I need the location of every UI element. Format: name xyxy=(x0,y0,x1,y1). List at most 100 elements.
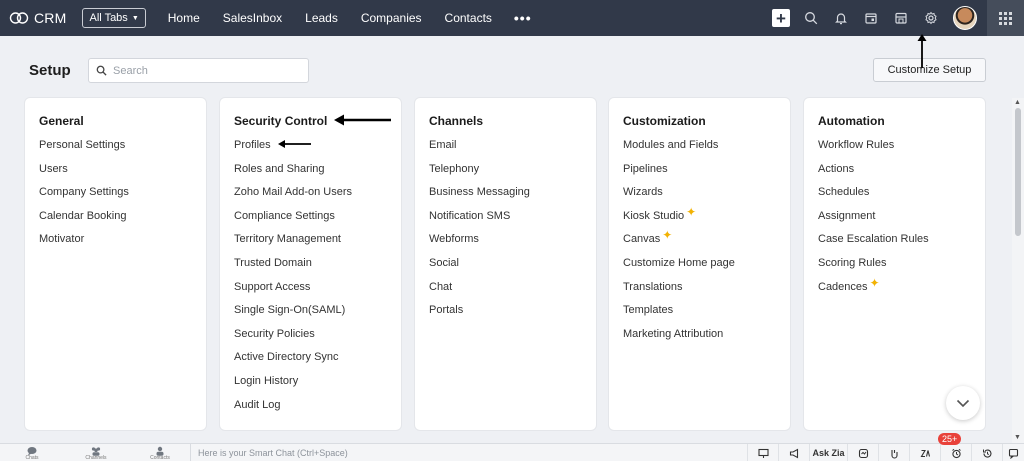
setting-link-support-access[interactable]: Support Access xyxy=(234,280,352,304)
setting-link-chat[interactable]: Chat xyxy=(429,280,530,304)
setting-link-marketing-attribution[interactable]: Marketing Attribution xyxy=(623,327,735,351)
top-navigation-bar: CRM All Tabs ▼ Home SalesInbox Leads Com… xyxy=(0,0,1024,36)
all-tabs-dropdown[interactable]: All Tabs ▼ xyxy=(82,8,146,28)
hand-icon xyxy=(890,449,898,459)
bell-icon xyxy=(835,13,847,25)
scroll-up-icon[interactable]: ▲ xyxy=(1014,99,1021,106)
setting-link-translations[interactable]: Translations xyxy=(623,280,735,304)
crm-logo-icon xyxy=(9,12,29,24)
alarm-clock-icon xyxy=(951,448,961,458)
quick-action-button[interactable] xyxy=(878,444,909,461)
scroll-down-button[interactable] xyxy=(946,386,980,420)
page-scrollbar[interactable]: ▲ ▼ xyxy=(1012,98,1024,443)
setting-link-login-history[interactable]: Login History xyxy=(234,374,352,398)
feedback-icon xyxy=(1008,448,1019,459)
setting-link-telephony[interactable]: Telephony xyxy=(429,162,530,186)
crm-logo[interactable]: CRM xyxy=(9,10,66,26)
setting-link-company-settings[interactable]: Company Settings xyxy=(39,185,129,209)
announcement-button[interactable] xyxy=(778,444,809,461)
brand-name: CRM xyxy=(34,10,67,26)
reminders-button[interactable] xyxy=(940,444,971,461)
setting-link-schedules[interactable]: Schedules xyxy=(818,185,929,209)
sparkle-icon: ✦ xyxy=(662,228,673,243)
setting-link-workflow-rules[interactable]: Workflow Rules xyxy=(818,138,929,162)
card-customization: Customization Modules and Fields Pipelin… xyxy=(608,97,791,431)
setting-link-territory-management[interactable]: Territory Management xyxy=(234,232,352,256)
setup-search-box[interactable] xyxy=(88,58,309,83)
setting-link-motivator[interactable]: Motivator xyxy=(39,232,129,256)
screen-share-button[interactable] xyxy=(747,444,778,461)
notifications-button[interactable] xyxy=(826,0,856,36)
scrollbar-thumb[interactable] xyxy=(1015,108,1021,236)
card-title: Automation xyxy=(818,114,885,128)
setting-link-label: Cadences xyxy=(818,280,868,293)
history-icon xyxy=(982,449,991,458)
signals-button[interactable] xyxy=(847,444,878,461)
setting-link-business-messaging[interactable]: Business Messaging xyxy=(429,185,530,209)
bottom-right-tools: Ask Zia xyxy=(747,444,1024,461)
create-button[interactable]: + xyxy=(766,0,796,36)
more-tabs-icon[interactable]: ••• xyxy=(514,10,532,26)
setting-link-users[interactable]: Users xyxy=(39,162,129,186)
setting-link-label: Canvas xyxy=(623,233,661,246)
setting-link-trusted-domain[interactable]: Trusted Domain xyxy=(234,256,352,280)
scroll-down-icon[interactable]: ▼ xyxy=(1014,434,1021,441)
bottom-contacts[interactable]: Contacts xyxy=(128,444,192,461)
sparkle-icon: ✦ xyxy=(869,275,880,290)
grid-icon xyxy=(999,11,1012,25)
setting-link-calendar-booking[interactable]: Calendar Booking xyxy=(39,209,129,233)
nav-tab-companies[interactable]: Companies xyxy=(361,11,422,25)
setting-list: Personal Settings Users Company Settings… xyxy=(39,138,129,256)
avatar xyxy=(953,6,977,30)
search-button[interactable] xyxy=(796,0,826,36)
setting-link-kiosk-studio[interactable]: Kiosk Studio ✦ xyxy=(623,205,735,233)
setting-link-email[interactable]: Email xyxy=(429,138,530,162)
nav-tab-leads[interactable]: Leads xyxy=(305,11,338,25)
setting-link-actions[interactable]: Actions xyxy=(818,162,929,186)
bottom-channels[interactable]: Channels xyxy=(64,444,128,461)
setting-link-cadences[interactable]: Cadences ✦ xyxy=(818,276,929,304)
nav-tab-salesinbox[interactable]: SalesInbox xyxy=(223,11,282,25)
card-title: General xyxy=(39,114,84,128)
calendar-button[interactable] xyxy=(856,0,886,36)
setting-link-portals[interactable]: Portals xyxy=(429,303,530,327)
bottom-bar: Chats Channels Contacts Here is your Sma… xyxy=(0,443,1024,461)
setting-link-security-policies[interactable]: Security Policies xyxy=(234,327,352,351)
search-icon xyxy=(96,65,107,76)
setting-link-templates[interactable]: Templates xyxy=(623,303,735,327)
setting-link-audit-log[interactable]: Audit Log xyxy=(234,398,352,422)
setting-link-webforms[interactable]: Webforms xyxy=(429,232,530,256)
setting-link-zoho-mail-addon-users[interactable]: Zoho Mail Add-on Users xyxy=(234,185,352,209)
annotation-arrow-setup-gear xyxy=(917,34,927,68)
zia-button[interactable] xyxy=(909,444,940,461)
setting-link-compliance-settings[interactable]: Compliance Settings xyxy=(234,209,352,233)
card-title: Channels xyxy=(429,114,484,128)
setting-link-single-sign-on[interactable]: Single Sign-On(SAML) xyxy=(234,303,352,327)
zia-icon xyxy=(920,449,930,457)
apps-menu-button[interactable] xyxy=(987,0,1024,36)
setting-link-personal-settings[interactable]: Personal Settings xyxy=(39,138,129,162)
setting-list: Profiles Roles and Sharing Zoho Mail Add… xyxy=(234,138,352,421)
user-profile-button[interactable] xyxy=(946,0,984,36)
setup-button[interactable] xyxy=(916,0,946,36)
setting-link-customize-home-page[interactable]: Customize Home page xyxy=(623,256,735,280)
recent-items-button[interactable] xyxy=(971,444,1002,461)
nav-tab-home[interactable]: Home xyxy=(168,11,200,25)
setting-link-social[interactable]: Social xyxy=(429,256,530,280)
feedback-button[interactable] xyxy=(1002,444,1024,461)
setting-link-pipelines[interactable]: Pipelines xyxy=(623,162,735,186)
marketplace-button[interactable] xyxy=(886,0,916,36)
setting-link-wizards[interactable]: Wizards xyxy=(623,185,735,209)
setting-link-roles-and-sharing[interactable]: Roles and Sharing xyxy=(234,162,352,186)
setting-link-assignment[interactable]: Assignment xyxy=(818,209,929,233)
bottom-chats[interactable]: Chats xyxy=(0,444,64,461)
search-input[interactable] xyxy=(113,64,293,77)
setting-link-active-directory-sync[interactable]: Active Directory Sync xyxy=(234,350,352,374)
ask-zia-button[interactable]: Ask Zia xyxy=(809,444,847,461)
nav-tab-contacts[interactable]: Contacts xyxy=(445,11,492,25)
smart-chat-input[interactable]: Here is your Smart Chat (Ctrl+Space) xyxy=(190,444,348,461)
setting-link-canvas[interactable]: Canvas ✦ xyxy=(623,228,735,256)
setting-link-notification-sms[interactable]: Notification SMS xyxy=(429,209,530,233)
setting-link-case-escalation-rules[interactable]: Case Escalation Rules xyxy=(818,232,929,256)
setting-link-modules-and-fields[interactable]: Modules and Fields xyxy=(623,138,735,162)
